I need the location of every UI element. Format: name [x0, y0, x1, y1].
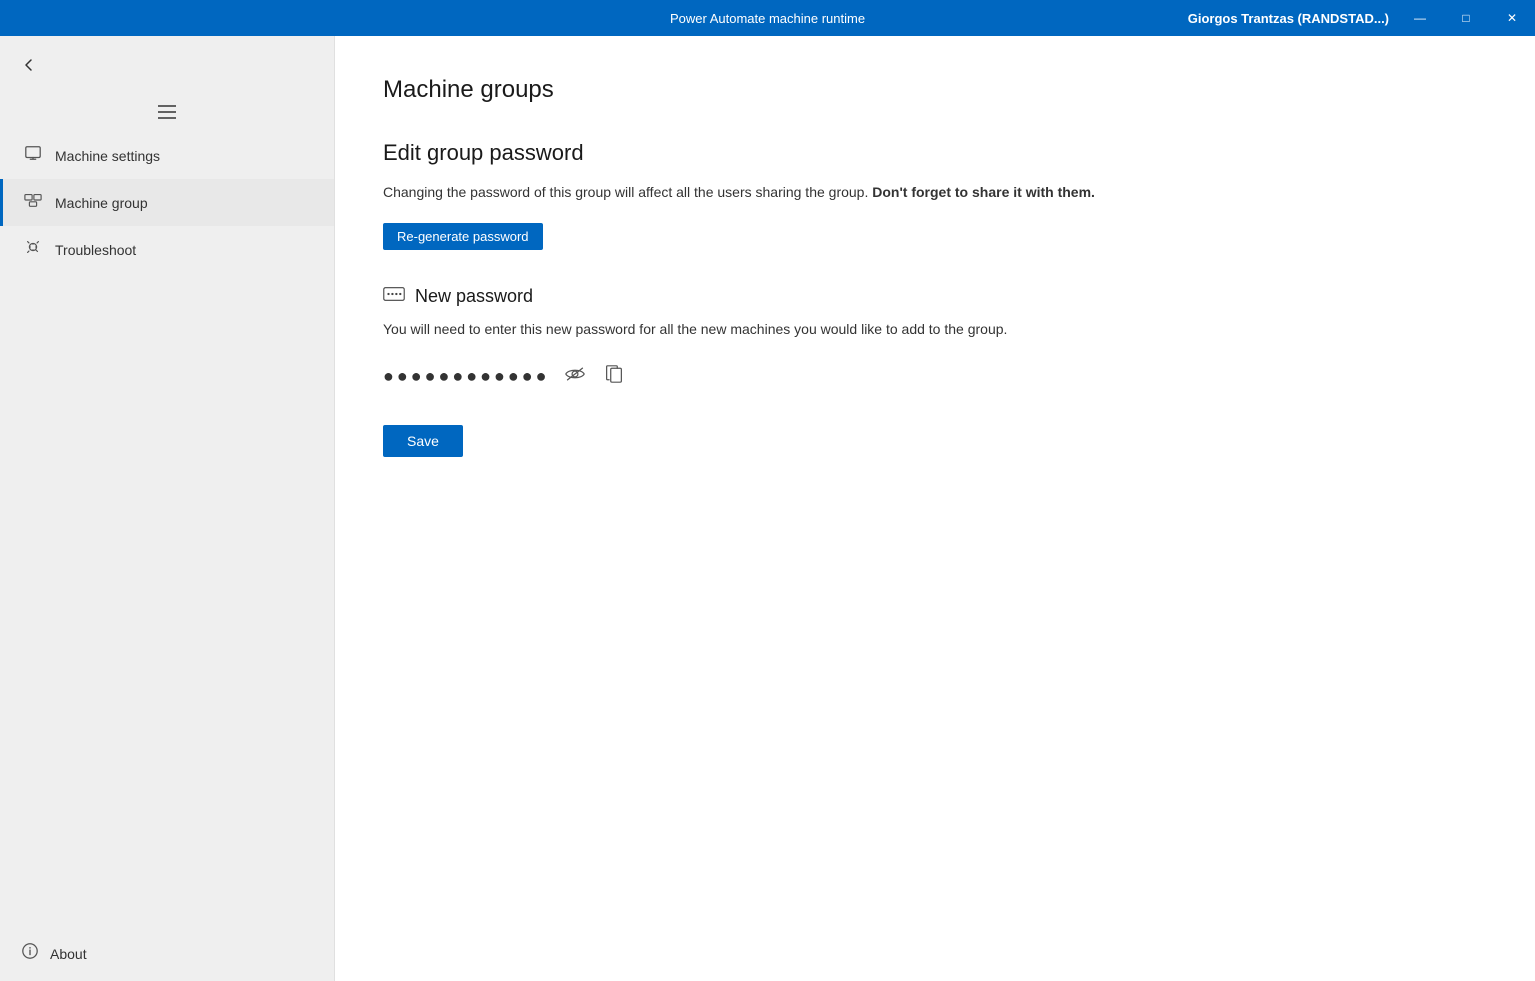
window-controls: — □ ✕	[1397, 0, 1535, 36]
minimize-button[interactable]: —	[1397, 0, 1443, 36]
about-icon	[20, 942, 40, 965]
hamburger-icon	[158, 105, 176, 119]
description-text: Changing the password of this group will…	[383, 182, 1487, 203]
back-button[interactable]	[16, 52, 42, 83]
sidebar-top	[0, 44, 334, 91]
password-dots: ●●●●●●●●●●●●	[383, 366, 549, 387]
troubleshoot-label: Troubleshoot	[55, 242, 136, 258]
password-field-row: ●●●●●●●●●●●●	[383, 360, 1487, 393]
sidebar: Machine settings Machine group	[0, 36, 335, 981]
about-label: About	[50, 946, 87, 962]
sidebar-item-machine-group[interactable]: Machine group	[0, 179, 334, 226]
title-bar-user: Giorgos Trantzas (RANDSTAD...)	[1188, 11, 1389, 26]
page-title: Machine groups	[383, 76, 1487, 104]
sidebar-item-machine-settings[interactable]: Machine settings	[0, 132, 334, 179]
machine-group-icon	[23, 191, 43, 214]
about-item[interactable]: About	[0, 926, 334, 981]
hamburger-button[interactable]	[0, 99, 334, 128]
section-title: Edit group password	[383, 140, 1487, 166]
troubleshoot-icon	[23, 238, 43, 261]
save-button[interactable]: Save	[383, 425, 463, 457]
app-container: Machine settings Machine group	[0, 36, 1535, 981]
regenerate-password-button[interactable]: Re-generate password	[383, 223, 543, 250]
password-description: You will need to enter this new password…	[383, 319, 1487, 340]
copy-icon	[605, 364, 623, 384]
maximize-button[interactable]: □	[1443, 0, 1489, 36]
machine-settings-icon	[23, 144, 43, 167]
show-password-button[interactable]	[561, 362, 589, 391]
sidebar-item-troubleshoot[interactable]: Troubleshoot	[0, 226, 334, 273]
machine-group-label: Machine group	[55, 195, 148, 211]
close-button[interactable]: ✕	[1489, 0, 1535, 36]
password-field-icon	[383, 286, 405, 307]
new-password-heading: New password	[415, 286, 533, 307]
eye-icon	[565, 366, 585, 382]
new-password-title: New password	[383, 286, 1487, 307]
new-password-section: New password You will need to enter this…	[383, 286, 1487, 393]
sidebar-nav: Machine settings Machine group	[0, 132, 334, 273]
back-icon	[20, 56, 38, 74]
main-content: Machine groups Edit group password Chang…	[335, 36, 1535, 981]
title-bar: Power Automate machine runtime Giorgos T…	[0, 0, 1535, 36]
copy-password-button[interactable]	[601, 360, 627, 393]
title-bar-title: Power Automate machine runtime	[512, 11, 1024, 26]
machine-settings-label: Machine settings	[55, 148, 160, 164]
